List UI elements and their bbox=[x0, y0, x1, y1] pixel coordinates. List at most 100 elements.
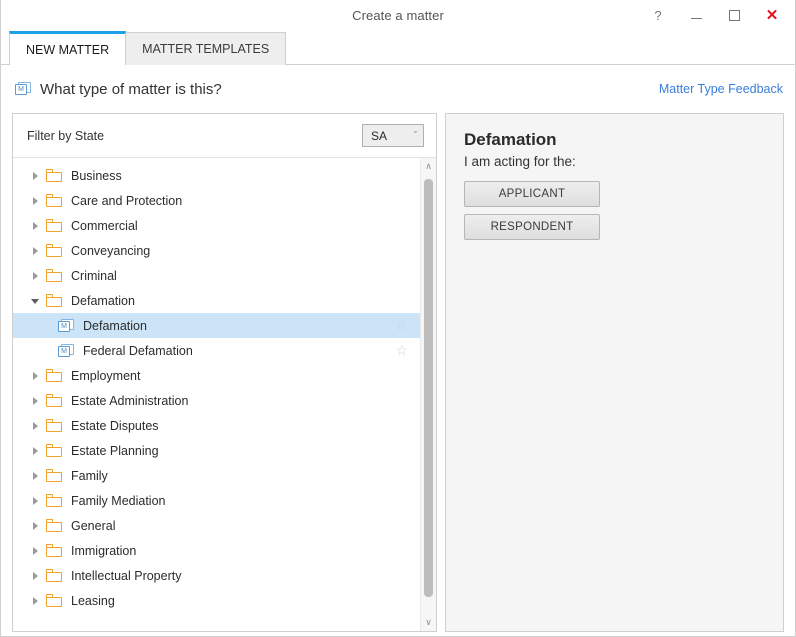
expand-triangle-icon[interactable] bbox=[27, 393, 43, 409]
triangle-glyph bbox=[32, 596, 38, 605]
folder-icon bbox=[46, 569, 62, 582]
expand-triangle-icon[interactable] bbox=[27, 418, 43, 434]
matter-detail-panel: Defamation I am acting for the: APPLICAN… bbox=[445, 113, 784, 632]
tree-node[interactable]: Conveyancing bbox=[13, 238, 420, 263]
favorite-star-icon[interactable]: ☆ bbox=[395, 318, 408, 332]
tree-node[interactable]: Immigration bbox=[13, 538, 420, 563]
tree-node[interactable]: Estate Planning bbox=[13, 438, 420, 463]
tab-new-matter[interactable]: NEW MATTER bbox=[9, 31, 127, 66]
expand-triangle-icon[interactable] bbox=[27, 218, 43, 234]
folder-icon bbox=[46, 269, 62, 282]
matter-icon-front: M bbox=[58, 320, 70, 332]
expand-triangle-icon[interactable] bbox=[27, 243, 43, 259]
folder-icon-body bbox=[46, 246, 62, 257]
matter-icon: M bbox=[58, 318, 74, 333]
matter-icon-front: M bbox=[58, 345, 70, 357]
folder-icon-body bbox=[46, 296, 62, 307]
triangle-glyph bbox=[32, 271, 38, 280]
folder-icon-body bbox=[46, 196, 62, 207]
matter-type-feedback-link[interactable]: Matter Type Feedback bbox=[659, 82, 783, 96]
tree-node-label: Estate Planning bbox=[71, 443, 159, 458]
scrollbar-track[interactable] bbox=[421, 175, 436, 614]
triangle-glyph bbox=[32, 221, 38, 230]
folder-icon-body bbox=[46, 396, 62, 407]
expand-triangle-icon[interactable] bbox=[27, 593, 43, 609]
collapse-triangle-icon[interactable] bbox=[27, 293, 43, 309]
detail-subtitle: I am acting for the: bbox=[464, 154, 576, 170]
maximize-button[interactable] bbox=[715, 2, 753, 28]
expand-triangle-icon[interactable] bbox=[27, 568, 43, 584]
matter-type-panel: Filter by State SA ˇ Business Care and Pr… bbox=[12, 113, 437, 632]
tree-node-label: Family bbox=[71, 468, 108, 483]
folder-icon bbox=[46, 419, 62, 432]
expand-triangle-icon[interactable] bbox=[27, 268, 43, 284]
folder-icon-body bbox=[46, 596, 62, 607]
maximize-icon bbox=[728, 9, 740, 21]
scrollbar-thumb[interactable] bbox=[424, 179, 433, 597]
triangle-glyph bbox=[32, 196, 38, 205]
tree-node-label: Intellectual Property bbox=[71, 568, 182, 583]
matter-type-tree: Business Care and Protection Commercial Con… bbox=[13, 158, 420, 631]
favorite-star-icon[interactable]: ☆ bbox=[395, 343, 408, 357]
help-button[interactable]: ? bbox=[639, 2, 677, 28]
tree-node[interactable]: Defamation bbox=[13, 288, 420, 313]
tree-node[interactable]: Family Mediation bbox=[13, 488, 420, 513]
expand-triangle-icon[interactable] bbox=[27, 468, 43, 484]
folder-icon bbox=[46, 594, 62, 607]
scroll-up-button[interactable]: ∧ bbox=[421, 158, 436, 175]
tree-node[interactable]: Criminal bbox=[13, 263, 420, 288]
tree-node-label: General bbox=[71, 518, 116, 533]
expand-triangle-icon[interactable] bbox=[27, 443, 43, 459]
triangle-glyph bbox=[32, 496, 38, 505]
tree-node-label: Estate Disputes bbox=[71, 418, 159, 433]
window-controls: ? ✕ bbox=[639, 0, 791, 30]
filter-by-state-label: Filter by State bbox=[27, 128, 105, 143]
tree-node[interactable]: Business bbox=[13, 163, 420, 188]
tree-node[interactable]: Employment bbox=[13, 363, 420, 388]
applicant-button[interactable]: APPLICANT bbox=[464, 181, 600, 208]
chevron-down-icon: ˇ bbox=[414, 130, 417, 140]
tree-node[interactable]: General bbox=[13, 513, 420, 538]
tree-node[interactable]: Commercial bbox=[13, 213, 420, 238]
tree-node[interactable]: M Federal Defamation ☆ bbox=[13, 338, 420, 363]
triangle-glyph bbox=[32, 396, 38, 405]
folder-icon bbox=[46, 469, 62, 482]
folder-icon bbox=[46, 219, 62, 232]
filter-row: Filter by State SA ˇ bbox=[13, 114, 436, 158]
tree-node[interactable]: Family bbox=[13, 463, 420, 488]
tree-node-label: Family Mediation bbox=[71, 493, 166, 508]
matter-icon: M bbox=[58, 343, 74, 358]
scroll-down-button[interactable]: ∨ bbox=[421, 614, 436, 631]
tree-node[interactable]: Estate Administration bbox=[13, 388, 420, 413]
respondent-button[interactable]: RESPONDENT bbox=[464, 214, 600, 241]
tree-node[interactable]: Intellectual Property bbox=[13, 563, 420, 588]
pane-spacer bbox=[437, 113, 445, 632]
tree-node-label: Criminal bbox=[71, 268, 117, 283]
expand-triangle-icon[interactable] bbox=[27, 493, 43, 509]
tree-node[interactable]: Leasing bbox=[13, 588, 420, 613]
close-button[interactable]: ✕ bbox=[753, 2, 791, 28]
tab-matter-templates[interactable]: MATTER TEMPLATES bbox=[125, 32, 287, 65]
triangle-glyph bbox=[31, 299, 39, 304]
folder-icon bbox=[46, 369, 62, 382]
expand-triangle-icon[interactable] bbox=[27, 168, 43, 184]
matter-icon-front: M bbox=[15, 84, 27, 95]
tree-node-label: Estate Administration bbox=[71, 393, 189, 408]
tree-node[interactable]: M Defamation ☆ bbox=[13, 313, 420, 338]
expand-triangle-icon[interactable] bbox=[27, 193, 43, 209]
title-bar: Create a matter ? ✕ bbox=[1, 0, 795, 30]
tab-strip: NEW MATTER MATTER TEMPLATES bbox=[1, 30, 795, 66]
tree-node[interactable]: Care and Protection bbox=[13, 188, 420, 213]
window-title: Create a matter bbox=[352, 7, 444, 23]
expand-triangle-icon[interactable] bbox=[27, 543, 43, 559]
state-dropdown[interactable]: SA ˇ bbox=[362, 124, 424, 147]
expand-triangle-icon[interactable] bbox=[27, 368, 43, 384]
triangle-glyph bbox=[32, 246, 38, 255]
triangle-glyph bbox=[32, 546, 38, 555]
folder-icon bbox=[46, 194, 62, 207]
minimize-button[interactable] bbox=[677, 2, 715, 28]
expand-triangle-icon[interactable] bbox=[27, 518, 43, 534]
folder-icon-body bbox=[46, 546, 62, 557]
tree-node[interactable]: Estate Disputes bbox=[13, 413, 420, 438]
tree-scrollbar[interactable]: ∧ ∨ bbox=[420, 158, 436, 631]
